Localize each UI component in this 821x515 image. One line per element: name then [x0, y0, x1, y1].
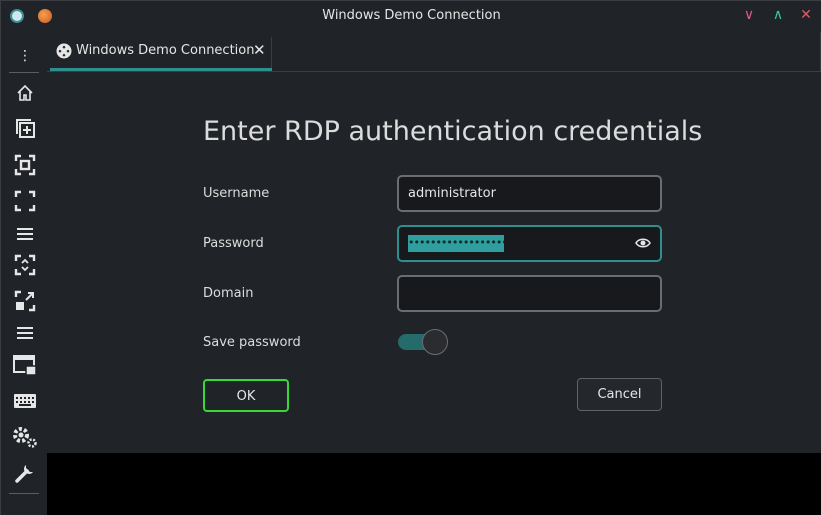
settings-icon[interactable] [12, 424, 38, 450]
maximize-button[interactable]: ∧ [770, 7, 786, 23]
ok-button[interactable]: OK [203, 379, 289, 412]
save-password-toggle[interactable] [398, 329, 449, 355]
password-field[interactable]: •••••••••••••••••••• [397, 225, 662, 262]
password-value: •••••••••••••••••••• [408, 235, 504, 252]
minimize-button[interactable]: ∨ [741, 7, 757, 23]
save-password-label: Save password [203, 335, 301, 350]
scale-icon[interactable] [12, 252, 38, 278]
title-bar: Windows Demo Connection ∨ ∧ ✕ [1, 1, 821, 32]
tab-label: Windows Demo Connection [76, 43, 255, 58]
remote-display-area [47, 453, 821, 515]
home-icon[interactable] [12, 80, 38, 106]
password-label: Password [203, 236, 264, 251]
sidebar: ⋮ [1, 32, 47, 515]
toggle-knob [422, 329, 448, 355]
remote-desktop-window: Windows Demo Connection ∨ ∧ ✕ ⋮ Windows … [0, 0, 821, 515]
active-tab-indicator [50, 68, 272, 71]
new-window-icon[interactable] [12, 115, 38, 141]
keyboard-icon[interactable] [12, 388, 38, 414]
connection-icon [56, 43, 72, 59]
page-title: Enter RDP authentication credentials [203, 116, 703, 147]
list-icon[interactable] [12, 320, 38, 346]
username-value: administrator [408, 186, 496, 201]
menu-dots-icon[interactable]: ⋮ [12, 43, 38, 69]
window-title: Windows Demo Connection [322, 8, 501, 23]
tab-windows-demo-connection[interactable]: Windows Demo Connection ✕ [50, 37, 272, 68]
menu-icon[interactable] [12, 221, 38, 247]
credentials-panel: Enter RDP authentication credentials Use… [47, 72, 821, 453]
sidebar-separator [9, 493, 39, 494]
tab-close-icon[interactable]: ✕ [253, 41, 266, 59]
fullscreen-icon[interactable] [12, 152, 38, 178]
username-field[interactable]: administrator [397, 175, 662, 212]
display-icon[interactable] [12, 352, 38, 378]
close-window-button[interactable]: ✕ [798, 7, 814, 23]
cancel-button[interactable]: Cancel [577, 378, 662, 411]
domain-label: Domain [203, 286, 254, 301]
domain-field[interactable] [397, 275, 662, 312]
show-password-icon[interactable] [635, 236, 651, 250]
fit-window-icon[interactable] [12, 188, 38, 214]
tab-bar: Windows Demo Connection ✕ [47, 32, 821, 72]
username-label: Username [203, 186, 270, 201]
sidebar-separator [9, 72, 39, 73]
resize-icon[interactable] [12, 288, 38, 314]
tools-icon[interactable] [12, 460, 38, 486]
